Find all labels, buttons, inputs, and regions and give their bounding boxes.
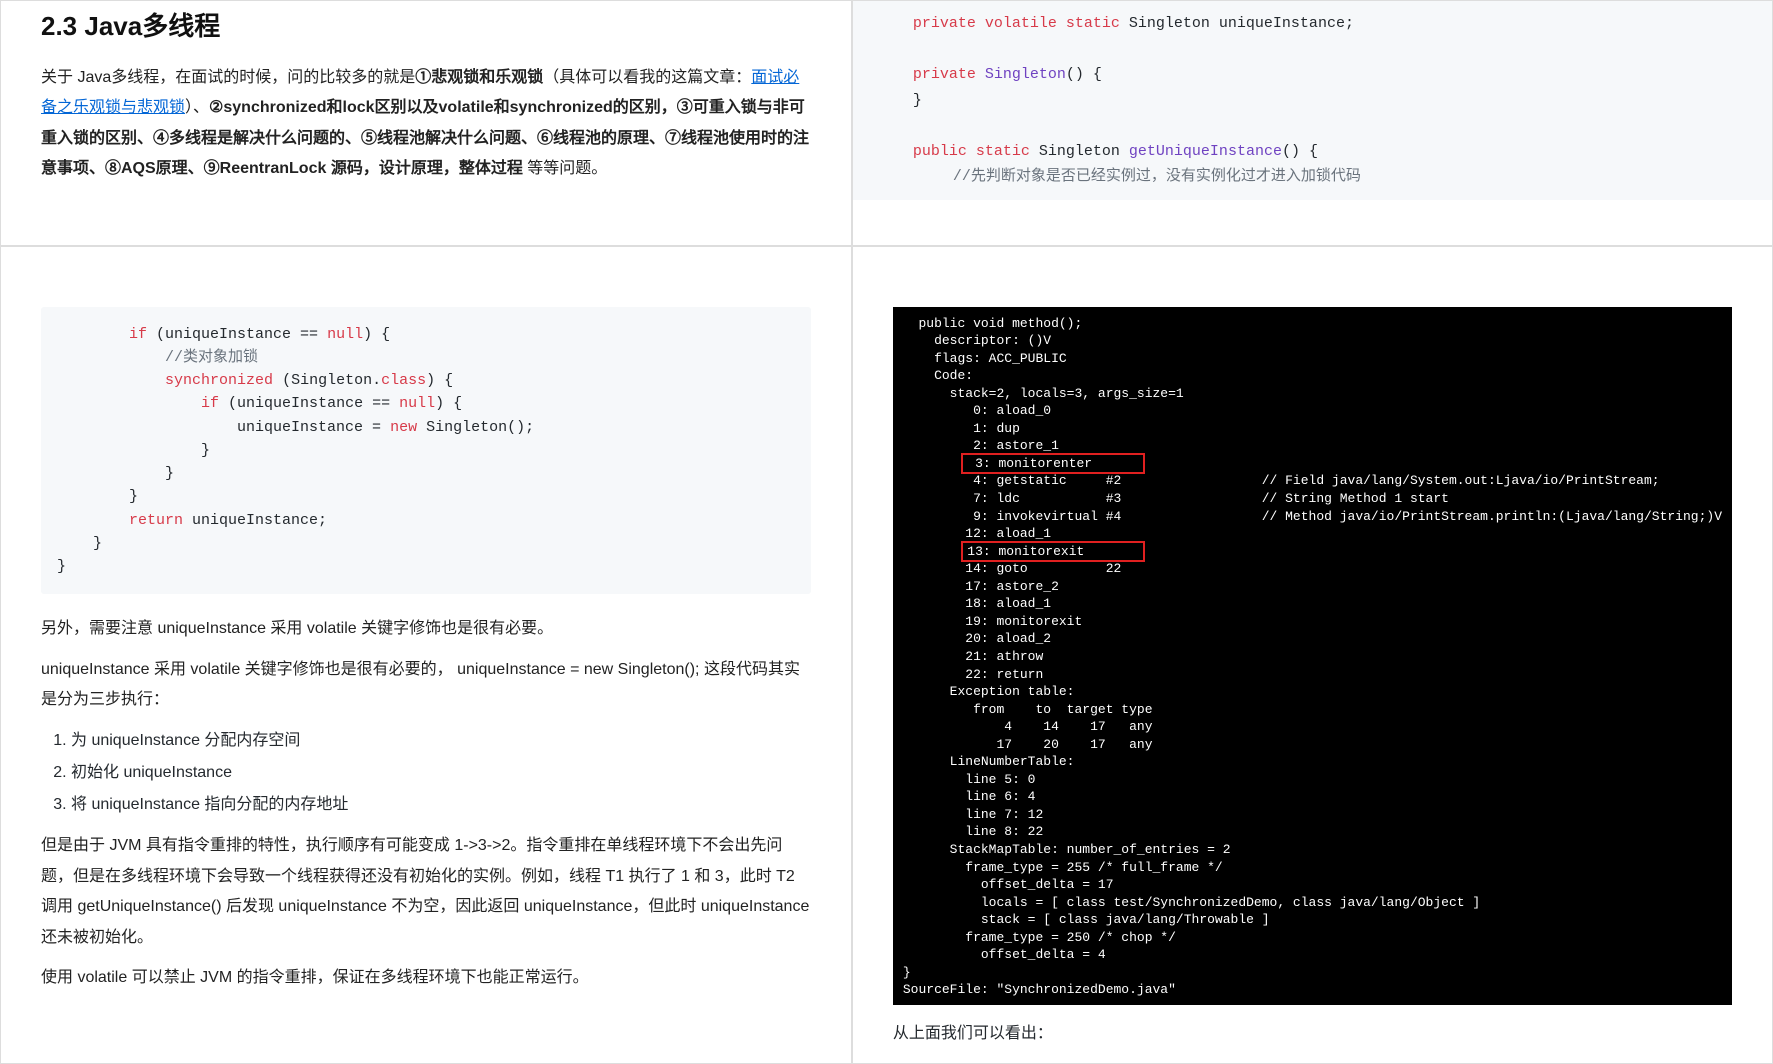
- double-check-lock-section: if (uniqueInstance == null) { //类对象加锁 sy…: [0, 246, 852, 1064]
- step-1: 为 uniqueInstance 分配内存空间: [71, 725, 811, 757]
- volatile-note-1: 另外，需要注意 uniqueInstance 采用 volatile 关键字修饰…: [41, 614, 811, 644]
- code-singleton-decl: private volatile static Singleton unique…: [853, 1, 1772, 200]
- section-multithreading: 2.3 Java多线程 关于 Java多线程，在面试的时候，问的比较多的就是①悲…: [0, 0, 852, 246]
- step-2: 初始化 uniqueInstance: [71, 757, 811, 789]
- highlight-monitorexit: 13: monitorexit: [961, 541, 1145, 563]
- highlight-monitorenter: 3: monitorenter: [961, 453, 1145, 475]
- heading-2-3: 2.3 Java多线程: [41, 6, 811, 43]
- volatile-note-2: uniqueInstance 采用 volatile 关键字修饰也是很有必要的，…: [41, 655, 811, 716]
- step-3: 将 uniqueInstance 指向分配的内存地址: [71, 789, 811, 821]
- instantiation-steps: 为 uniqueInstance 分配内存空间 初始化 uniqueInstan…: [71, 725, 811, 821]
- singleton-code-top: private volatile static Singleton unique…: [852, 0, 1773, 246]
- intro-paragraph: 关于 Java多线程，在面试的时候，问的比较多的就是①悲观锁和乐观锁（具体可以看…: [41, 63, 811, 185]
- bytecode-section: public void method(); descriptor: ()V fl…: [852, 246, 1773, 1064]
- code-double-check: if (uniqueInstance == null) { //类对象加锁 sy…: [41, 307, 811, 595]
- bytecode-output: public void method(); descriptor: ()V fl…: [893, 307, 1732, 1005]
- volatile-fix: 使用 volatile 可以禁止 JVM 的指令重排，保证在多线程环境下也能正常…: [41, 963, 811, 993]
- bytecode-caption: 从上面我们可以看出：: [893, 1019, 1732, 1043]
